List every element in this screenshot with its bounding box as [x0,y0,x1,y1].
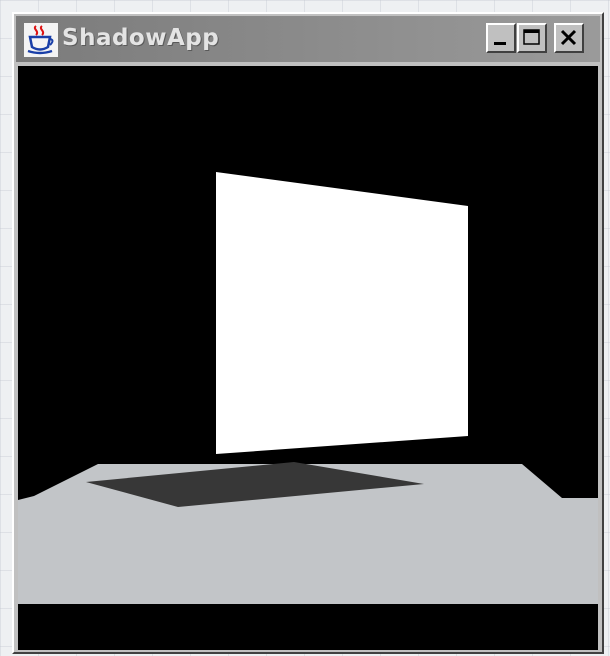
java-cup-icon[interactable] [24,23,58,57]
close-icon [560,29,577,46]
3d-canvas[interactable] [18,66,598,650]
maximize-icon [523,29,540,45]
close-button[interactable] [554,23,584,53]
title-bar[interactable]: ShadowApp [16,16,600,62]
minimize-button[interactable] [486,23,516,53]
minimize-icon [494,42,506,45]
app-window: ShadowApp [12,12,604,654]
maximize-button[interactable] [517,23,547,53]
window-title: ShadowApp [62,25,220,51]
white-panel [216,172,468,454]
